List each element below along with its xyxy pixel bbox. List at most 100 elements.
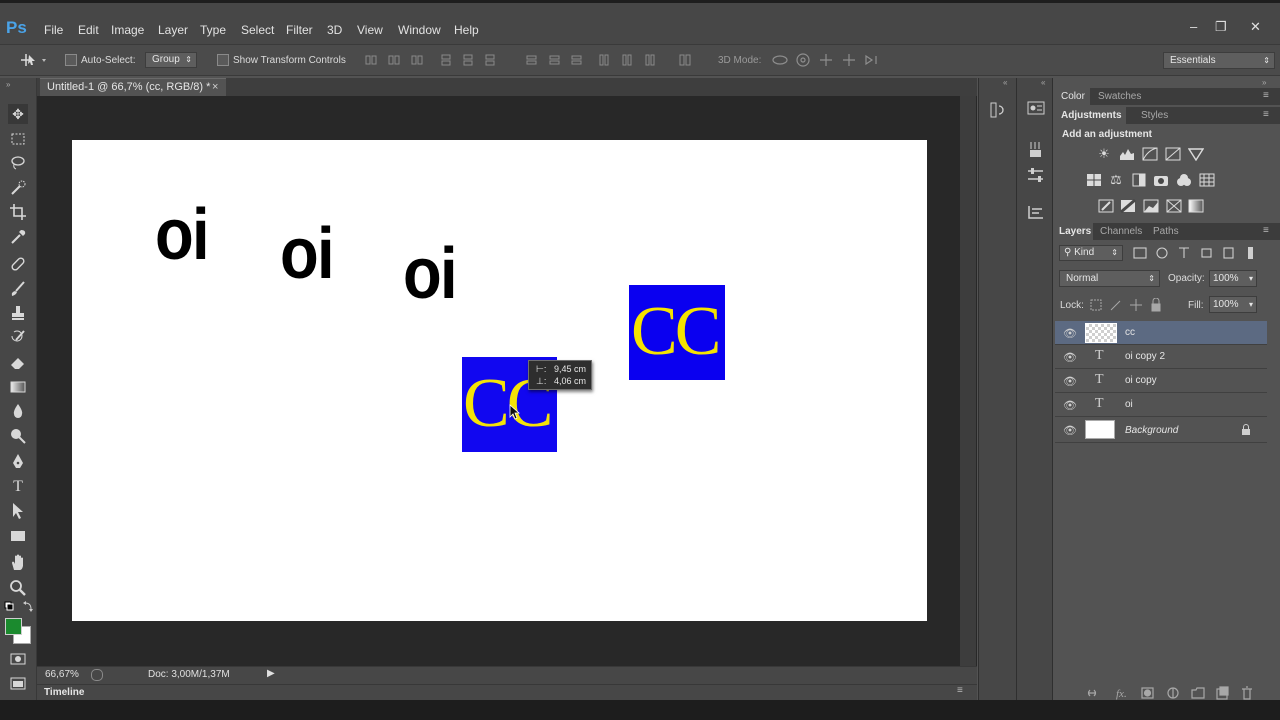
text-layer-oi-copy-2[interactable]: oi — [403, 238, 458, 310]
tab-layers[interactable]: Layers — [1053, 223, 1093, 240]
auto-select-checkbox[interactable] — [65, 54, 77, 66]
eyedropper-tool-icon[interactable] — [8, 227, 28, 247]
menu-select[interactable]: Select — [241, 23, 274, 37]
panel-menu-icon[interactable]: ≡ — [1263, 90, 1269, 101]
expand-panels-icon[interactable]: « — [1003, 78, 1007, 87]
menu-view[interactable]: View — [357, 23, 383, 37]
visibility-eye-icon[interactable]: 👁 — [1063, 375, 1077, 388]
filter-kind-dropdown[interactable]: ⚲ Kind ⇕ — [1059, 245, 1123, 261]
dodge-tool-icon[interactable] — [8, 426, 28, 446]
lasso-tool-icon[interactable] — [8, 153, 28, 173]
visibility-eye-icon[interactable]: 👁 — [1063, 351, 1077, 364]
status-menu-arrow-icon[interactable]: ▶ — [267, 668, 275, 679]
collapse-toolbar-icon[interactable]: » — [6, 80, 10, 89]
menu-help[interactable]: Help — [454, 23, 479, 37]
menu-image[interactable]: Image — [111, 23, 144, 37]
text-layer-oi-copy[interactable]: oi — [280, 218, 335, 290]
cc-smart-object[interactable]: CC — [629, 285, 725, 380]
status-icon[interactable] — [91, 669, 103, 681]
default-colors-icon[interactable] — [4, 601, 34, 613]
layer-filter-icons[interactable] — [1133, 246, 1263, 260]
layer-row-oi-copy[interactable]: 👁 T oi copy — [1055, 369, 1267, 393]
text-layer-oi[interactable]: oi — [155, 199, 210, 271]
align-buttons[interactable] — [364, 53, 704, 67]
eraser-tool-icon[interactable] — [8, 352, 28, 372]
layer-row-background[interactable]: 👁 Background — [1055, 417, 1267, 443]
auto-select-dropdown[interactable]: Group ⇕ — [145, 52, 197, 68]
vibrance-icon[interactable] — [1188, 147, 1204, 161]
visibility-eye-icon[interactable]: 👁 — [1063, 327, 1077, 340]
restore-button[interactable]: ❐ — [1215, 19, 1227, 35]
clone-stamp-tool-icon[interactable] — [8, 303, 28, 323]
quick-selection-tool-icon[interactable] — [8, 178, 28, 198]
menu-file[interactable]: File — [44, 23, 63, 37]
color-lookup-icon[interactable] — [1199, 173, 1215, 187]
menu-filter[interactable]: Filter — [286, 23, 313, 37]
panel-menu-icon[interactable]: ≡ — [1263, 225, 1269, 236]
brush-tool-icon[interactable] — [8, 279, 28, 299]
threshold-icon[interactable] — [1143, 199, 1159, 213]
healing-brush-tool-icon[interactable] — [8, 254, 28, 274]
exposure-icon[interactable] — [1165, 147, 1181, 161]
hand-tool-icon[interactable] — [8, 553, 28, 573]
workspace-dropdown[interactable]: Essentials ⇕ — [1163, 52, 1275, 69]
layer-row-oi-copy-2[interactable]: 👁 T oi copy 2 — [1055, 345, 1267, 369]
rectangle-tool-icon[interactable] — [8, 526, 28, 546]
close-tab-icon[interactable]: × — [212, 79, 218, 95]
zoom-tool-icon[interactable] — [8, 578, 28, 598]
tab-color[interactable]: Color — [1053, 88, 1090, 105]
layers-footer-icons[interactable]: fx. — [1086, 686, 1258, 700]
show-transform-checkbox[interactable] — [217, 54, 229, 66]
brightness-contrast-icon[interactable]: ☀ — [1096, 147, 1112, 161]
menu-3d[interactable]: 3D — [327, 23, 342, 37]
vertical-scrollbar[interactable] — [960, 96, 976, 666]
black-white-icon[interactable] — [1131, 173, 1147, 187]
zoom-level[interactable]: 66,67% — [45, 669, 79, 680]
menu-edit[interactable]: Edit — [78, 23, 99, 37]
brush-presets-icon[interactable] — [1027, 141, 1045, 159]
panel-menu-icon[interactable]: ≡ — [957, 685, 963, 696]
color-balance-icon[interactable]: ⚖ — [1108, 173, 1124, 187]
photo-filter-icon[interactable] — [1153, 173, 1169, 187]
tab-adjustments[interactable]: Adjustments — [1053, 107, 1126, 124]
hue-saturation-icon[interactable] — [1086, 173, 1102, 187]
tab-swatches[interactable]: Swatches — [1098, 88, 1141, 105]
fill-field[interactable]: 100% ▾ — [1209, 296, 1257, 313]
minimize-button[interactable]: – — [1190, 19, 1197, 34]
tab-paths[interactable]: Paths — [1153, 223, 1179, 240]
screen-mode-icon[interactable] — [8, 674, 28, 694]
close-window-button[interactable]: ✕ — [1250, 19, 1261, 35]
menu-layer[interactable]: Layer — [158, 23, 188, 37]
lock-icons[interactable] — [1089, 298, 1165, 312]
tab-channels[interactable]: Channels — [1100, 223, 1142, 240]
visibility-eye-icon[interactable]: 👁 — [1063, 399, 1077, 412]
gradient-map-icon[interactable] — [1188, 199, 1204, 213]
gradient-tool-icon[interactable] — [8, 377, 28, 397]
type-tool-icon[interactable]: T — [8, 477, 28, 497]
3d-mode-icons[interactable] — [772, 52, 884, 68]
levels-icon[interactable] — [1119, 147, 1135, 161]
channel-mixer-icon[interactable] — [1176, 173, 1192, 187]
menu-type[interactable]: Type — [200, 23, 226, 37]
tool-presets-icon[interactable] — [1027, 167, 1045, 183]
menu-window[interactable]: Window — [398, 23, 441, 37]
crop-tool-icon[interactable] — [8, 202, 28, 222]
timeline-panel-header[interactable]: Timeline ≡ — [37, 684, 977, 701]
expand-panels-icon[interactable]: « — [1041, 78, 1045, 87]
visibility-eye-icon[interactable]: 👁 — [1063, 424, 1077, 437]
document-tab[interactable]: Untitled-1 @ 66,7% (cc, RGB/8) * × — [40, 78, 226, 96]
panel-menu-icon[interactable]: ≡ — [1263, 109, 1269, 120]
history-brush-tool-icon[interactable] — [8, 328, 28, 348]
invert-icon[interactable] — [1098, 199, 1114, 213]
move-tool-preset-icon[interactable] — [20, 53, 48, 67]
tab-styles[interactable]: Styles — [1141, 107, 1168, 124]
blend-mode-dropdown[interactable]: Normal ⇕ — [1059, 270, 1160, 287]
pen-tool-icon[interactable] — [8, 452, 28, 472]
foreground-color-swatch[interactable] — [5, 618, 22, 635]
path-selection-tool-icon[interactable] — [8, 501, 28, 521]
history-panel-icon[interactable] — [990, 102, 1006, 118]
posterize-icon[interactable] — [1120, 199, 1136, 213]
opacity-field[interactable]: 100% ▾ — [1209, 270, 1257, 287]
move-tool-icon[interactable]: ✥ — [8, 104, 28, 124]
blur-tool-icon[interactable] — [8, 401, 28, 421]
